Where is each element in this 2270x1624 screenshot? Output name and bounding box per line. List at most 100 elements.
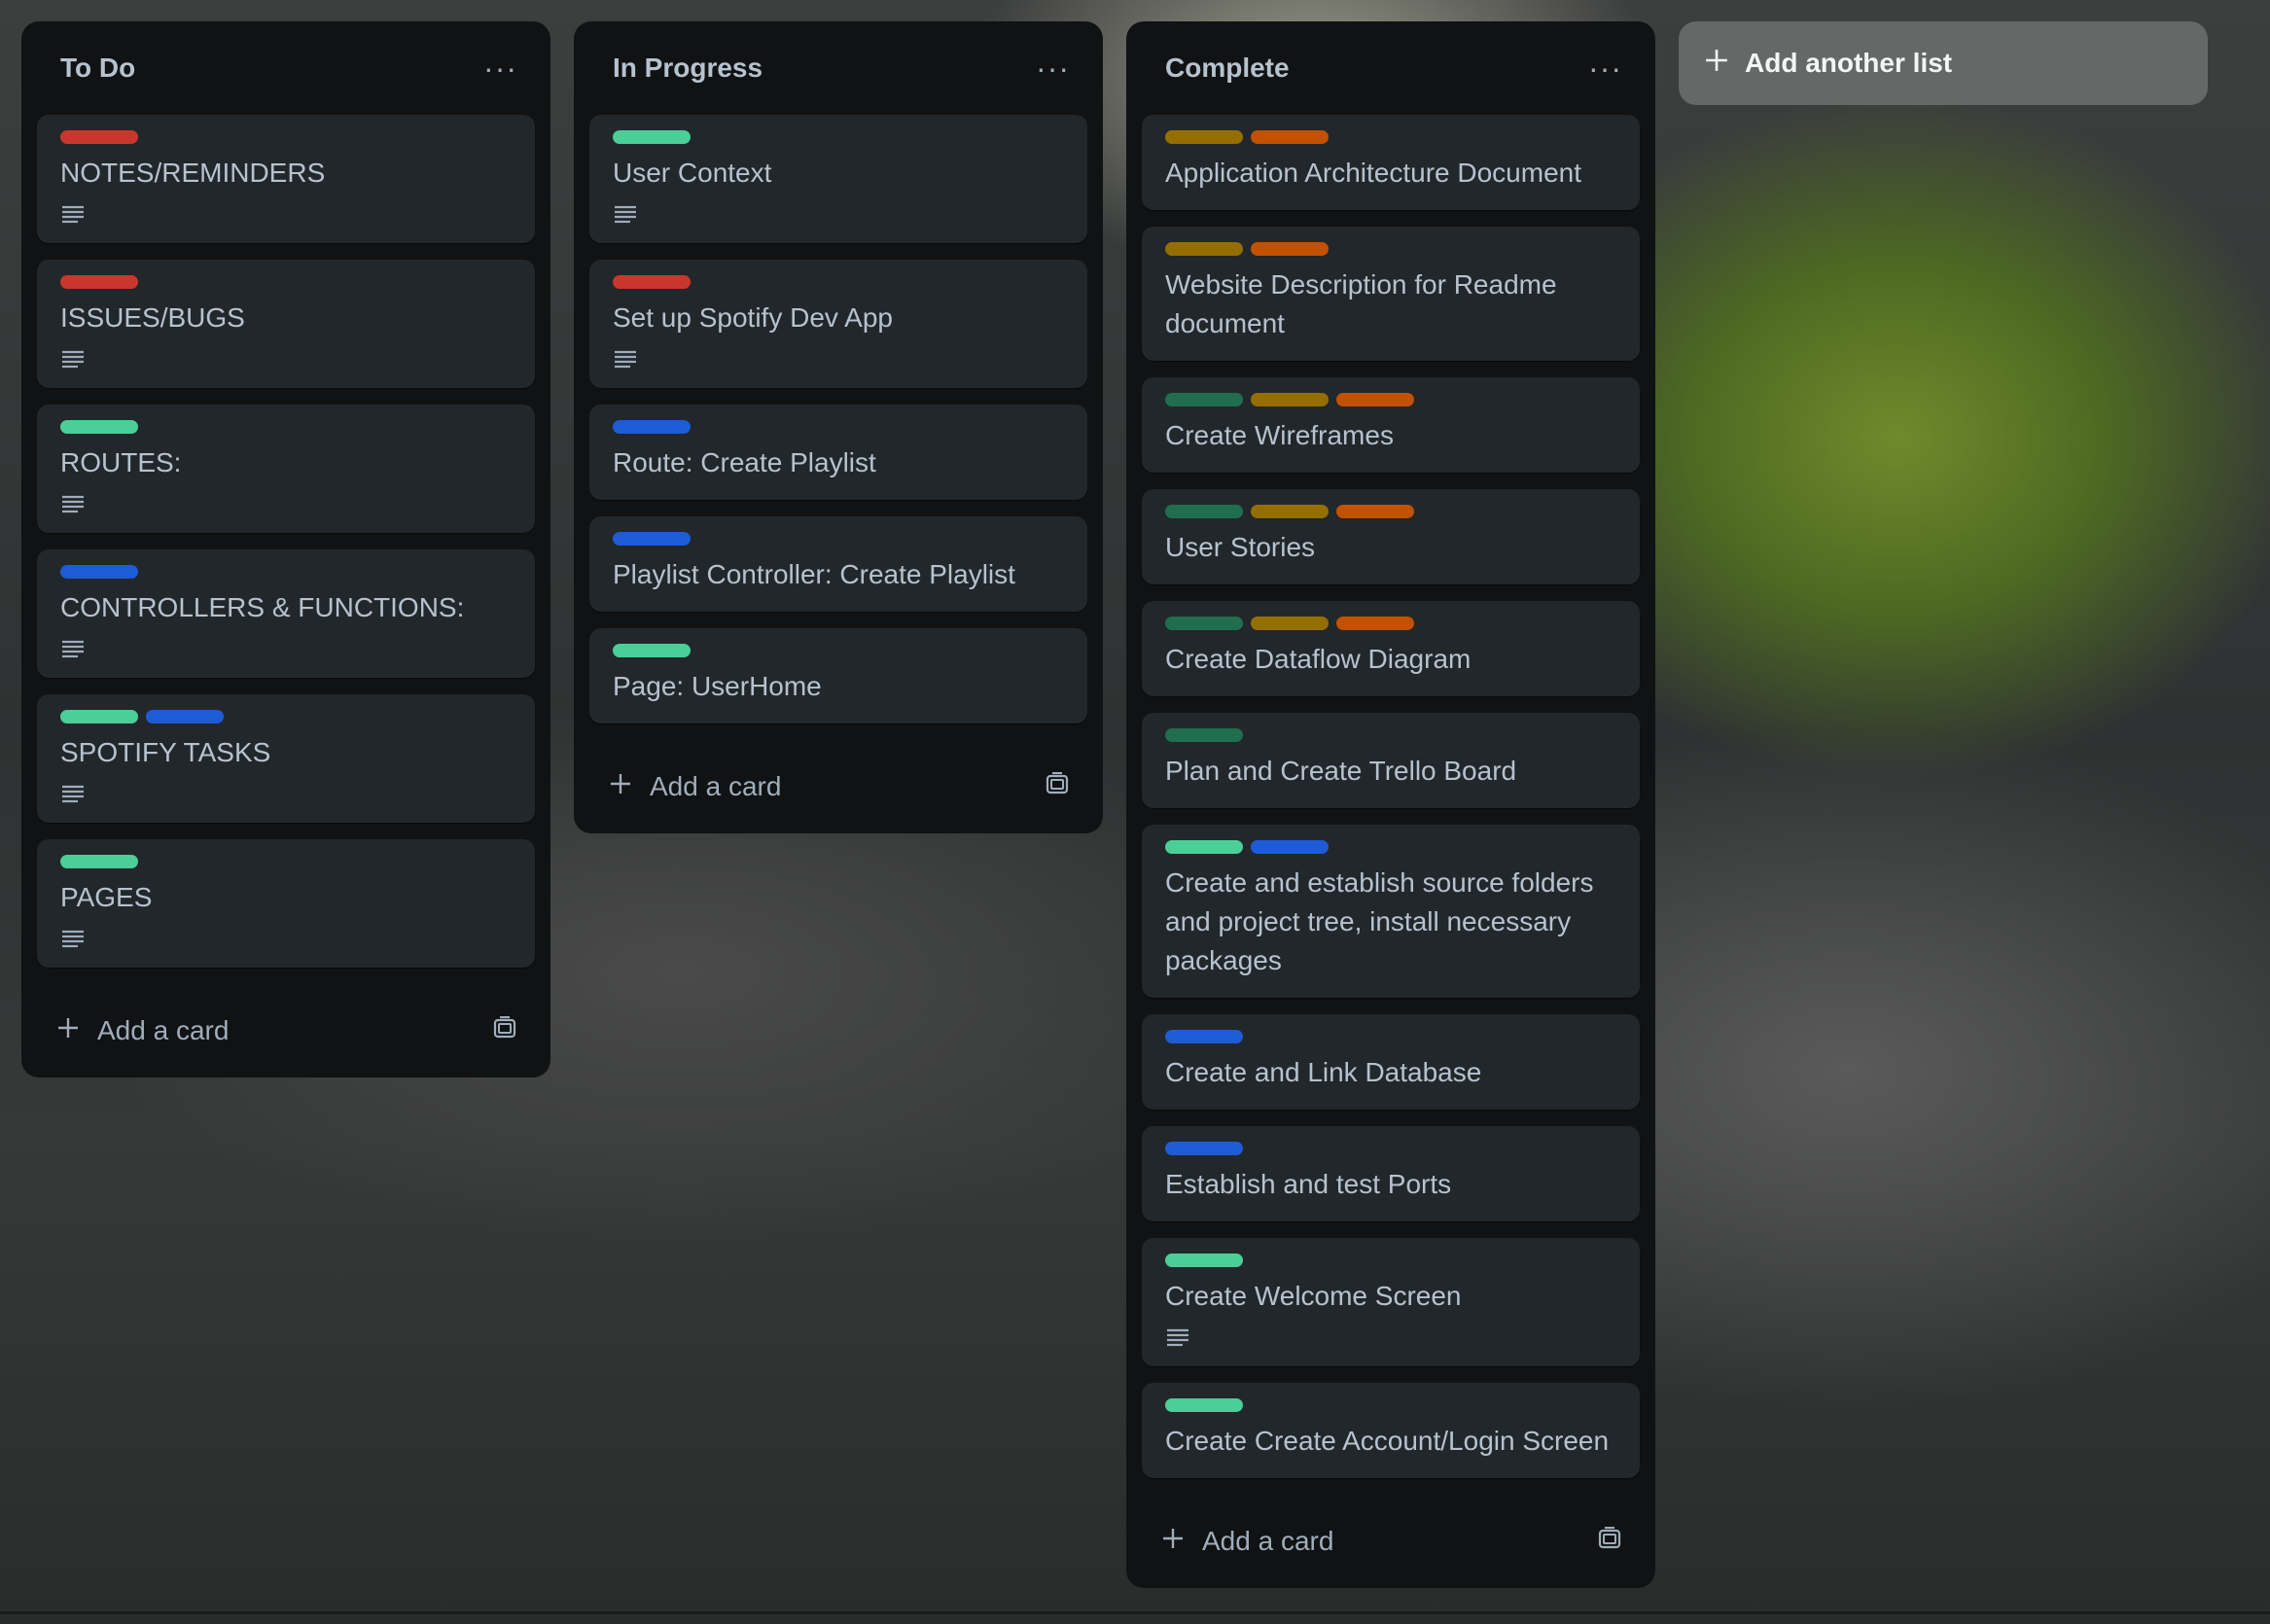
card[interactable]: Website Description for Readme document	[1142, 227, 1640, 361]
label-red[interactable]	[60, 130, 138, 144]
label-orange[interactable]	[1336, 617, 1414, 630]
card-title: Plan and Create Trello Board	[1165, 756, 1517, 786]
label-olive[interactable]	[1251, 505, 1329, 518]
label-blue[interactable]	[146, 710, 224, 724]
card[interactable]: Playlist Controller: Create Playlist	[589, 516, 1087, 612]
label-green[interactable]	[1165, 840, 1243, 854]
card-list: Application Architecture Document Website…	[1126, 115, 1655, 1495]
label-blue[interactable]	[613, 532, 691, 546]
card-labels	[613, 275, 1064, 291]
label-darkgreen[interactable]	[1165, 728, 1243, 742]
label-red[interactable]	[613, 275, 691, 289]
more-icon[interactable]: ···	[483, 53, 517, 84]
list-header: To Do ···	[21, 21, 550, 115]
create-from-template-icon[interactable]	[492, 1015, 517, 1046]
create-from-template-icon[interactable]	[1597, 1526, 1622, 1557]
label-green[interactable]	[1165, 1398, 1243, 1412]
card[interactable]: Route: Create Playlist	[589, 405, 1087, 500]
label-darkgreen[interactable]	[1165, 617, 1243, 630]
card-labels	[613, 532, 1064, 547]
card-labels	[1165, 505, 1616, 520]
label-olive[interactable]	[1251, 617, 1329, 630]
label-orange[interactable]	[1251, 242, 1329, 256]
list-title[interactable]: In Progress	[613, 53, 763, 84]
label-red[interactable]	[60, 275, 138, 289]
card-title: Page: UserHome	[613, 671, 822, 701]
description-icon	[615, 205, 636, 224]
add-card-button[interactable]: Add a card	[574, 740, 1103, 833]
label-olive[interactable]	[1165, 242, 1243, 256]
label-orange[interactable]	[1336, 393, 1414, 406]
card[interactable]: SPOTIFY TASKS	[37, 694, 535, 823]
card[interactable]: User Context	[589, 115, 1087, 243]
card-labels	[60, 855, 512, 870]
list-to-do: To Do ··· NOTES/REMINDERS ISSUES/BUGS ROUT…	[21, 21, 550, 1077]
label-blue[interactable]	[1165, 1030, 1243, 1043]
card[interactable]: ROUTES:	[37, 405, 535, 533]
label-darkgreen[interactable]	[1165, 393, 1243, 406]
more-icon[interactable]: ···	[1588, 53, 1622, 84]
card[interactable]: Page: UserHome	[589, 628, 1087, 724]
card-title: CONTROLLERS & FUNCTIONS:	[60, 592, 465, 622]
card-labels	[1165, 1142, 1616, 1157]
label-blue[interactable]	[1251, 840, 1329, 854]
add-another-list-button[interactable]: Add another list	[1679, 21, 2208, 105]
description-icon	[62, 785, 84, 803]
card-title: Playlist Controller: Create Playlist	[613, 559, 1015, 589]
card-labels	[1165, 1253, 1616, 1269]
label-orange[interactable]	[1251, 130, 1329, 144]
card[interactable]: Create Dataflow Diagram	[1142, 601, 1640, 696]
window-bottom-edge	[0, 1611, 2270, 1614]
card-title: Create Create Account/Login Screen	[1165, 1426, 1610, 1456]
card[interactable]: Establish and test Ports	[1142, 1126, 1640, 1221]
label-green[interactable]	[1165, 1253, 1243, 1267]
card[interactable]: Create Welcome Screen	[1142, 1238, 1640, 1366]
card-title: ROUTES:	[60, 447, 182, 477]
card-title: PAGES	[60, 882, 153, 912]
description-icon	[62, 495, 84, 513]
add-card-button[interactable]: Add a card	[1126, 1495, 1655, 1588]
more-icon[interactable]: ···	[1036, 53, 1070, 84]
list-title[interactable]: Complete	[1165, 53, 1290, 84]
card[interactable]: Create and establish source folders and …	[1142, 825, 1640, 998]
card[interactable]: NOTES/REMINDERS	[37, 115, 535, 243]
card[interactable]: Create Create Account/Login Screen	[1142, 1383, 1640, 1478]
card[interactable]: Set up Spotify Dev App	[589, 260, 1087, 388]
card-title: Create Dataflow Diagram	[1165, 644, 1472, 674]
card[interactable]: User Stories	[1142, 489, 1640, 584]
create-from-template-icon[interactable]	[1045, 771, 1070, 802]
label-green[interactable]	[60, 710, 138, 724]
label-green[interactable]	[60, 420, 138, 434]
card-labels	[1165, 130, 1616, 146]
list-title[interactable]: To Do	[60, 53, 135, 84]
list-in-progress: In Progress ··· User Context Set up Spoti…	[574, 21, 1103, 833]
card-title: ISSUES/BUGS	[60, 302, 245, 333]
plus-icon	[609, 771, 632, 802]
label-green[interactable]	[613, 644, 691, 657]
card[interactable]: Create and Link Database	[1142, 1014, 1640, 1110]
label-olive[interactable]	[1165, 130, 1243, 144]
label-green[interactable]	[60, 855, 138, 868]
card[interactable]: Plan and Create Trello Board	[1142, 713, 1640, 808]
card-labels	[1165, 840, 1616, 856]
description-icon	[615, 350, 636, 369]
card[interactable]: CONTROLLERS & FUNCTIONS:	[37, 549, 535, 678]
card-labels	[60, 420, 512, 436]
card[interactable]: Create Wireframes	[1142, 377, 1640, 473]
card[interactable]: PAGES	[37, 839, 535, 968]
card-title: Establish and test Ports	[1165, 1169, 1452, 1199]
label-olive[interactable]	[1251, 393, 1329, 406]
add-card-button[interactable]: Add a card	[21, 984, 550, 1077]
card[interactable]: ISSUES/BUGS	[37, 260, 535, 388]
label-blue[interactable]	[613, 420, 691, 434]
description-icon	[62, 640, 84, 658]
card-labels	[1165, 728, 1616, 744]
label-blue[interactable]	[1165, 1142, 1243, 1155]
list-complete: Complete ··· Application Architecture Do…	[1126, 21, 1655, 1588]
card[interactable]: Application Architecture Document	[1142, 115, 1640, 210]
description-icon	[62, 350, 84, 369]
label-darkgreen[interactable]	[1165, 505, 1243, 518]
label-blue[interactable]	[60, 565, 138, 579]
label-green[interactable]	[613, 130, 691, 144]
label-orange[interactable]	[1336, 505, 1414, 518]
